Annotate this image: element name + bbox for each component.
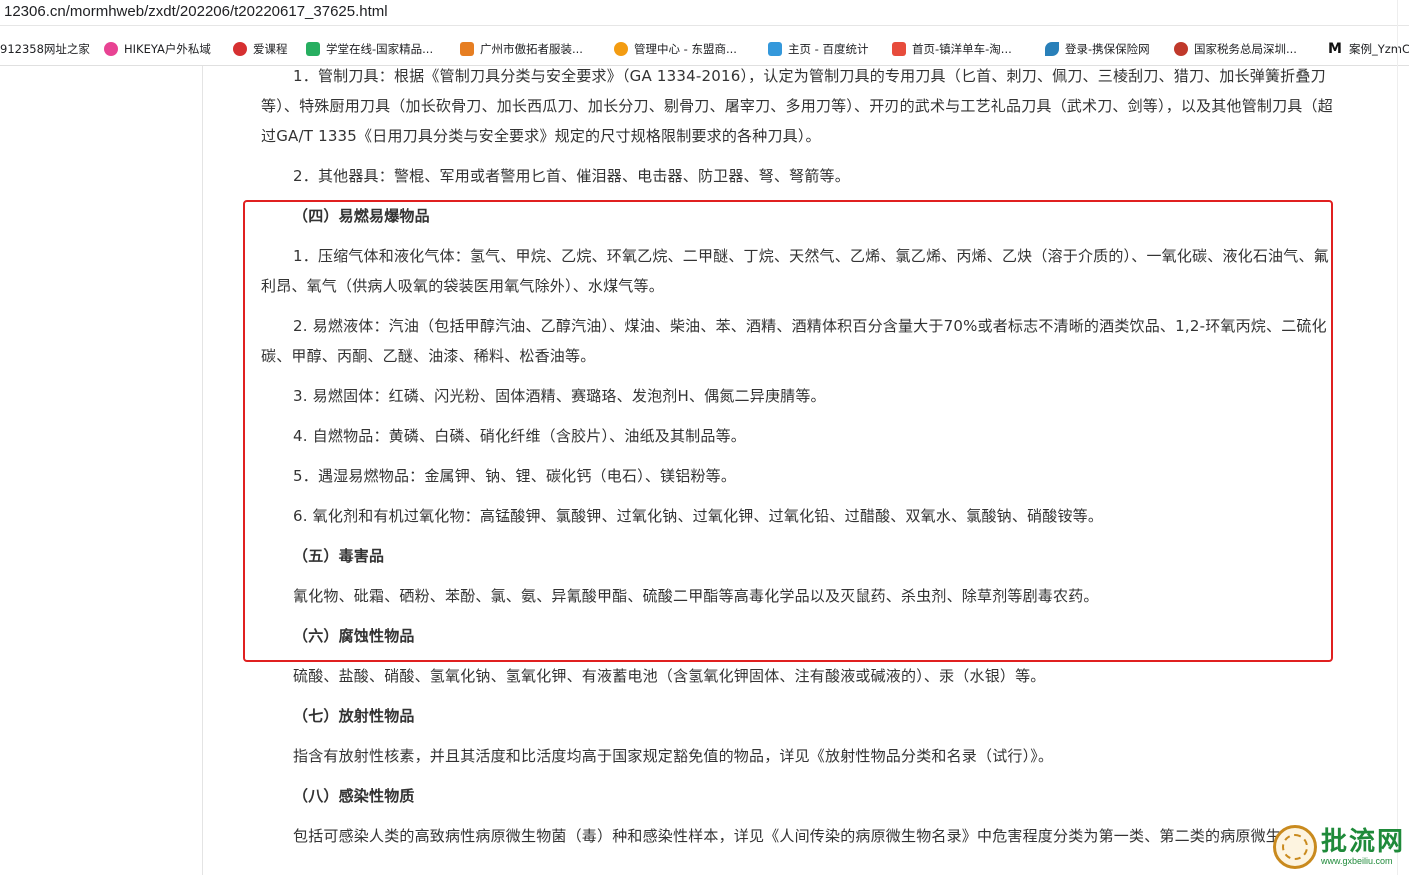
paragraph-controlled-knives: 1．管制刀具：根据《管制刀具分类与安全要求》（GA 1334-2016），认定为… xyxy=(261,67,1333,145)
hikeya-icon xyxy=(104,42,118,56)
paragraph-radioactive: 指含有放射性核素，并且其活度和比活度均高于国家规定豁免值的物品，详见《放射性物品… xyxy=(293,747,1054,765)
heading-radioactive: （七）放射性物品 xyxy=(293,707,415,725)
bookmark-label: 主页 - 百度统计 xyxy=(788,42,869,56)
paragraph-other-devices: 2．其他器具：警棍、军用或者警用匕首、催泪器、电击器、防卫器、弩、弩箭等。 xyxy=(293,167,850,185)
scrollbar-track[interactable] xyxy=(1397,0,1398,875)
bookmark-xuetang[interactable]: 学堂在线-国家精品... xyxy=(306,40,433,58)
m-icon: M xyxy=(1327,41,1343,57)
url-text: 12306.cn/mormhweb/zxdt/202206/t20220617_… xyxy=(4,3,388,20)
bookmark-label: 登录-携保保险网 xyxy=(1065,42,1150,56)
bookmark-label: 国家税务总局深圳... xyxy=(1194,42,1297,56)
alibaba-icon xyxy=(460,42,474,56)
heading-corrosive: （六）腐蚀性物品 xyxy=(293,627,415,645)
bookmark-label: HIKEYA户外私域 xyxy=(124,42,211,56)
bookmark-912358[interactable]: 912358网址之家 xyxy=(0,40,90,58)
paragraph-compressed-gas: 1．压缩气体和液化气体：氢气、甲烷、乙烷、环氧乙烷、二甲醚、丁烷、天然气、乙烯、… xyxy=(261,247,1329,295)
watermark: 批流网 www.gxbeiliu.com xyxy=(1272,825,1405,869)
heading-toxic: （五）毒害品 xyxy=(293,547,385,565)
xuetang-icon xyxy=(306,42,320,56)
paragraph-corrosive: 硫酸、盐酸、硝酸、氢氧化钠、氢氧化钾、有液蓄电池（含氢氧化钾固体、注有酸液或碱液… xyxy=(293,667,1046,685)
bookmark-asean[interactable]: 管理中心 - 东盟商... xyxy=(614,40,737,58)
bookmark-baidu-stats[interactable]: 主页 - 百度统计 xyxy=(768,40,868,58)
bookmark-label: 912358网址之家 xyxy=(0,42,90,56)
course-icon xyxy=(233,42,247,56)
bookmark-label: 管理中心 - 东盟商... xyxy=(634,42,737,56)
bookmark-label: 案例_YzmC xyxy=(1349,42,1409,56)
taobao-icon xyxy=(892,42,906,56)
watermark-url: www.gxbeiliu.com xyxy=(1320,856,1393,866)
bookmark-label: 爱课程 xyxy=(253,42,288,56)
bookmark-taobao[interactable]: 首页-镇洋单车-淘... xyxy=(892,40,1012,58)
baidu-stats-icon xyxy=(768,42,782,56)
asean-icon xyxy=(614,42,628,56)
paragraph-water-reactive: 5．遇湿易燃物品：金属钾、钠、锂、碳化钙（电石）、镁铝粉等。 xyxy=(293,467,737,485)
bookmark-tax[interactable]: 国家税务总局深圳... xyxy=(1174,40,1297,58)
bookmark-label: 广州市傲拓者服装... xyxy=(480,42,583,56)
paragraph-spontaneous-combustion: 4. 自燃物品：黄磷、白磷、硝化纤维（含胶片）、油纸及其制品等。 xyxy=(293,427,746,445)
bookmark-label: 学堂在线-国家精品... xyxy=(326,42,434,56)
bookmark-insurance[interactable]: 登录-携保保险网 xyxy=(1045,40,1150,58)
bookmark-guangzhou[interactable]: 广州市傲拓者服装... xyxy=(460,40,583,58)
bookmark-hikeya[interactable]: HIKEYA户外私域 xyxy=(104,40,211,58)
seal-icon xyxy=(1272,825,1317,869)
tax-icon xyxy=(1174,42,1188,56)
paragraph-flammable-solid: 3. 易燃固体：红磷、闪光粉、固体酒精、赛璐珞、发泡剂H、偶氮二异庚腈等。 xyxy=(293,387,826,405)
content-left-border xyxy=(202,66,203,875)
paragraph-flammable-liquid: 2. 易燃液体：汽油（包括甲醇汽油、乙醇汽油）、煤油、柴油、苯、酒精、酒精体积百… xyxy=(261,317,1327,365)
bird-icon xyxy=(1045,42,1059,56)
heading-flammable-explosive: （四）易燃易爆物品 xyxy=(293,207,430,225)
address-bar[interactable]: 12306.cn/mormhweb/zxdt/202206/t20220617_… xyxy=(0,0,1409,26)
watermark-title: 批流网 xyxy=(1320,827,1405,857)
bookmark-aikecheng[interactable]: 爱课程 xyxy=(233,40,288,58)
heading-infectious: （八）感染性物质 xyxy=(293,787,415,805)
bookmark-label: 首页-镇洋单车-淘... xyxy=(912,42,1012,56)
paragraph-infectious: 包括可感染人类的高致病性病原微生物菌（毒）种和感染性样本，详见《人间传染的病原微… xyxy=(293,827,1312,845)
paragraph-oxidizers: 6. 氧化剂和有机过氧化物：高锰酸钾、氯酸钾、过氧化钠、过氧化钾、过氧化铅、过醋… xyxy=(293,507,1104,525)
paragraph-toxic: 氰化物、砒霜、硒粉、苯酚、氯、氨、异氰酸甲酯、硫酸二甲酯等高毒化学品以及灭鼠药、… xyxy=(293,587,1099,605)
